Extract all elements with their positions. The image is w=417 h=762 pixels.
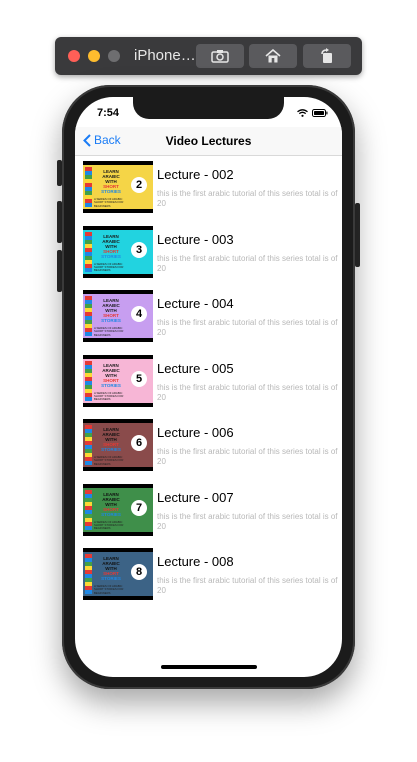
- thumbnail-subtitle: A SERIES OF ARABIC SHORT STORIES FOR BEG…: [94, 326, 124, 337]
- page-title: Video Lectures: [165, 134, 252, 148]
- thumbnail-line4: STORIES: [101, 511, 121, 517]
- lecture-number-badge: 2: [131, 177, 147, 193]
- rotate-button[interactable]: [303, 44, 351, 68]
- thumbnail-line1: LEARN ARABIC: [102, 298, 120, 308]
- thumbnail-stripes: [85, 167, 92, 207]
- lecture-row[interactable]: LEARN ARABIC WITH SHORT STORIES A SERIES…: [75, 479, 342, 544]
- thumbnail-line1: LEARN ARABIC: [102, 169, 120, 179]
- screenshot-icon: [211, 50, 229, 63]
- lecture-description: this is the first arabic tutorial of thi…: [157, 253, 338, 273]
- power-button: [355, 203, 360, 267]
- lecture-description: this is the first arabic tutorial of thi…: [157, 576, 338, 595]
- lecture-thumbnail: LEARN ARABIC WITH SHORT STORIES A SERIES…: [83, 483, 153, 536]
- thumbnail-background: LEARN ARABIC WITH SHORT STORIES A SERIES…: [83, 552, 153, 596]
- lecture-row[interactable]: LEARN ARABIC WITH SHORT STORIES A SERIES…: [75, 156, 342, 221]
- zoom-window-button[interactable]: [108, 50, 120, 62]
- thumbnail-line4: STORIES: [101, 253, 121, 259]
- thumbnail-background: LEARN ARABIC WITH SHORT STORIES A SERIES…: [83, 487, 153, 532]
- lecture-title: Lecture - 008: [157, 554, 234, 569]
- thumbnail-line1: LEARN ARABIC: [102, 556, 120, 566]
- thumbnail-background: LEARN ARABIC WITH SHORT STORIES A SERIES…: [83, 294, 153, 338]
- close-window-button[interactable]: [68, 50, 80, 62]
- lecture-description: this is the first arabic tutorial of thi…: [157, 511, 338, 531]
- lecture-number-badge: 6: [131, 435, 147, 451]
- thumbnail-line1: LEARN ARABIC: [102, 362, 120, 373]
- thumbnail-background: LEARN ARABIC WITH SHORT STORIES A SERIES…: [83, 165, 153, 209]
- thumbnail-stripes: [85, 360, 92, 401]
- lecture-thumbnail: LEARN ARABIC WITH SHORT STORIES A SERIES…: [83, 419, 153, 471]
- lecture-number-badge: 5: [131, 370, 147, 387]
- lecture-row[interactable]: LEARN ARABIC WITH SHORT STORIES A SERIES…: [75, 285, 342, 350]
- lecture-thumbnail: LEARN ARABIC WITH SHORT STORIES A SERIES…: [83, 548, 153, 600]
- thumbnail-background: LEARN ARABIC WITH SHORT STORIES A SERIES…: [83, 229, 153, 274]
- rotate-icon: [321, 48, 332, 63]
- home-button[interactable]: [249, 44, 297, 68]
- simulator-title: iPhone…: [134, 47, 196, 64]
- thumbnail-subtitle: A SERIES OF ARABIC SHORT STORIES FOR BEG…: [94, 455, 124, 466]
- lecture-list: LEARN ARABIC WITH SHORT STORIES A SERIES…: [75, 156, 342, 608]
- thumbnail-stripes: [85, 425, 92, 465]
- thumbnail-line4: STORIES: [101, 447, 121, 452]
- thumbnail-line1: LEARN ARABIC: [102, 233, 120, 244]
- lecture-number-badge: 8: [131, 564, 147, 580]
- thumbnail-line4: STORIES: [101, 189, 121, 194]
- lecture-thumbnail: LEARN ARABIC WITH SHORT STORIES A SERIES…: [83, 225, 153, 278]
- thumbnail-stripes: [85, 554, 92, 594]
- lecture-thumbnail: LEARN ARABIC WITH SHORT STORIES A SERIES…: [83, 354, 153, 407]
- lecture-description: this is the first arabic tutorial of thi…: [157, 382, 338, 402]
- thumbnail-caption: LEARN ARABIC WITH SHORT STORIES: [94, 363, 128, 388]
- thumbnail-background: LEARN ARABIC WITH SHORT STORIES A SERIES…: [83, 358, 153, 403]
- lecture-title: Lecture - 004: [157, 296, 234, 311]
- lecture-number-badge: 7: [131, 499, 147, 516]
- lecture-number-badge: 3: [131, 241, 147, 258]
- thumbnail-line1: LEARN ARABIC: [102, 491, 120, 502]
- wifi-icon: [297, 109, 308, 117]
- thumbnail-stripes: [85, 489, 92, 530]
- thumbnail-subtitle: A SERIES OF ARABIC SHORT STORIES FOR BEG…: [94, 519, 124, 531]
- lecture-description: this is the first arabic tutorial of thi…: [157, 318, 338, 337]
- thumbnail-line4: STORIES: [101, 576, 121, 581]
- lecture-row[interactable]: LEARN ARABIC WITH SHORT STORIES A SERIES…: [75, 414, 342, 479]
- thumbnail-background: LEARN ARABIC WITH SHORT STORIES A SERIES…: [83, 423, 153, 467]
- lecture-title: Lecture - 006: [157, 425, 234, 440]
- thumbnail-line4: STORIES: [101, 318, 121, 323]
- lecture-title: Lecture - 003: [157, 231, 234, 247]
- navigation-bar: Back Video Lectures: [75, 127, 342, 156]
- thumbnail-line4: STORIES: [101, 382, 121, 388]
- thumbnail-caption: LEARN ARABIC WITH SHORT STORIES: [94, 169, 128, 194]
- thumbnail-stripes: [85, 231, 92, 272]
- thumbnail-caption: LEARN ARABIC WITH SHORT STORIES: [94, 234, 128, 259]
- screenshot-button[interactable]: [196, 44, 244, 68]
- notch: [133, 97, 284, 119]
- lecture-row[interactable]: LEARN ARABIC WITH SHORT STORIES A SERIES…: [75, 350, 342, 415]
- home-indicator[interactable]: [161, 665, 257, 669]
- lecture-description: this is the first arabic tutorial of thi…: [157, 447, 338, 466]
- thumbnail-stripes: [85, 296, 92, 336]
- battery-icon: [312, 109, 328, 117]
- thumbnail-subtitle: A SERIES OF ARABIC SHORT STORIES FOR BEG…: [94, 390, 124, 402]
- lecture-thumbnail: LEARN ARABIC WITH SHORT STORIES A SERIES…: [83, 290, 153, 342]
- thumbnail-subtitle: A SERIES OF ARABIC SHORT STORIES FOR BEG…: [94, 197, 124, 208]
- thumbnail-caption: LEARN ARABIC WITH SHORT STORIES: [94, 427, 128, 452]
- status-time: 7:54: [97, 107, 120, 119]
- lecture-description: this is the first arabic tutorial of thi…: [157, 189, 338, 208]
- lecture-number-badge: 4: [131, 306, 147, 322]
- phone-screen: 7:54 Back Video Lectures LEARN ARABIC WI…: [75, 97, 342, 677]
- lecture-title: Lecture - 007: [157, 489, 234, 505]
- lecture-thumbnail: LEARN ARABIC WITH SHORT STORIES A SERIES…: [83, 161, 153, 213]
- thumbnail-caption: LEARN ARABIC WITH SHORT STORIES: [94, 556, 128, 581]
- thumbnail-caption: LEARN ARABIC WITH SHORT STORIES: [94, 492, 128, 517]
- thumbnail-subtitle: A SERIES OF ARABIC SHORT STORIES FOR BEG…: [94, 261, 124, 273]
- status-icons: [297, 109, 328, 117]
- simulator-toolbar: iPhone…: [55, 37, 362, 75]
- lecture-title: Lecture - 005: [157, 360, 234, 376]
- thumbnail-caption: LEARN ARABIC WITH SHORT STORIES: [94, 298, 128, 323]
- minimize-window-button[interactable]: [88, 50, 100, 62]
- lecture-title: Lecture - 002: [157, 167, 234, 182]
- lecture-row[interactable]: LEARN ARABIC WITH SHORT STORIES A SERIES…: [75, 543, 342, 608]
- lecture-row[interactable]: LEARN ARABIC WITH SHORT STORIES A SERIES…: [75, 221, 342, 286]
- thumbnail-subtitle: A SERIES OF ARABIC SHORT STORIES FOR BEG…: [94, 584, 124, 595]
- home-icon: [265, 49, 281, 63]
- thumbnail-line1: LEARN ARABIC: [102, 427, 120, 437]
